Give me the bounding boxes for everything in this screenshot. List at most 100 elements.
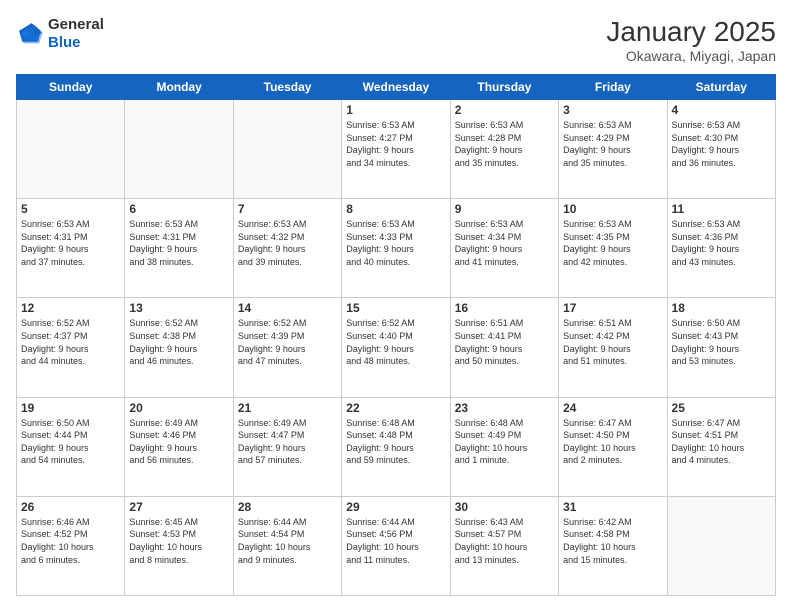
- day-detail: Sunrise: 6:53 AM Sunset: 4:30 PM Dayligh…: [672, 119, 771, 169]
- day-detail: Sunrise: 6:47 AM Sunset: 4:50 PM Dayligh…: [563, 417, 662, 467]
- day-detail: Sunrise: 6:53 AM Sunset: 4:28 PM Dayligh…: [455, 119, 554, 169]
- calendar-cell: 31 Sunrise: 6:42 AM Sunset: 4:58 PM Dayli…: [559, 496, 667, 595]
- day-detail: Sunrise: 6:53 AM Sunset: 4:32 PM Dayligh…: [238, 218, 337, 268]
- calendar-cell: 7 Sunrise: 6:53 AM Sunset: 4:32 PM Daylig…: [233, 199, 341, 298]
- calendar-cell: 9Sunrise: 6:53 AM Sunset: 4:34 PM Daylig…: [450, 199, 558, 298]
- calendar-cell: 30 Sunrise: 6:43 AM Sunset: 4:57 PM Dayli…: [450, 496, 558, 595]
- day-detail: Sunrise: 6:43 AM Sunset: 4:57 PM Dayligh…: [455, 516, 554, 566]
- calendar-cell: 2 Sunrise: 6:53 AM Sunset: 4:28 PM Daylig…: [450, 100, 558, 199]
- header-wednesday: Wednesday: [342, 75, 450, 100]
- day-number: 15: [346, 301, 445, 315]
- day-number: 28: [238, 500, 337, 514]
- day-detail: Sunrise: 6:45 AM Sunset: 4:53 PM Dayligh…: [129, 516, 228, 566]
- day-number: 31: [563, 500, 662, 514]
- day-number: 20: [129, 401, 228, 415]
- calendar-cell: 25 Sunrise: 6:47 AM Sunset: 4:51 PM Dayli…: [667, 397, 775, 496]
- day-number: 30: [455, 500, 554, 514]
- calendar-subtitle: Okawara, Miyagi, Japan: [606, 48, 776, 64]
- calendar-cell: 15 Sunrise: 6:52 AM Sunset: 4:40 PM Dayli…: [342, 298, 450, 397]
- day-number: 21: [238, 401, 337, 415]
- day-detail: Sunrise: 6:49 AM Sunset: 4:46 PM Dayligh…: [129, 417, 228, 467]
- day-number: 1: [346, 103, 445, 117]
- days-header-row: Sunday Monday Tuesday Wednesday Thursday…: [17, 75, 776, 100]
- day-number: 29: [346, 500, 445, 514]
- day-number: 18: [672, 301, 771, 315]
- calendar-cell: 28 Sunrise: 6:44 AM Sunset: 4:54 PM Dayli…: [233, 496, 341, 595]
- day-number: 25: [672, 401, 771, 415]
- day-detail: Sunrise: 6:53 AM Sunset: 4:29 PM Dayligh…: [563, 119, 662, 169]
- day-detail: Sunrise: 6:52 AM Sunset: 4:40 PM Dayligh…: [346, 317, 445, 367]
- day-detail: Sunrise: 6:51 AM Sunset: 4:41 PM Dayligh…: [455, 317, 554, 367]
- calendar-cell: 14 Sunrise: 6:52 AM Sunset: 4:39 PM Dayli…: [233, 298, 341, 397]
- day-number: 14: [238, 301, 337, 315]
- day-detail: Sunrise: 6:53 AM Sunset: 4:31 PM Dayligh…: [21, 218, 120, 268]
- calendar-cell: 17Sunrise: 6:51 AM Sunset: 4:42 PM Dayli…: [559, 298, 667, 397]
- day-number: 17: [563, 301, 662, 315]
- calendar-cell: 22Sunrise: 6:48 AM Sunset: 4:48 PM Dayli…: [342, 397, 450, 496]
- day-number: 12: [21, 301, 120, 315]
- calendar-cell: [125, 100, 233, 199]
- week-row-1: 5 Sunrise: 6:53 AM Sunset: 4:31 PM Daylig…: [17, 199, 776, 298]
- calendar-cell: 20 Sunrise: 6:49 AM Sunset: 4:46 PM Dayli…: [125, 397, 233, 496]
- calendar-cell: [17, 100, 125, 199]
- week-row-4: 26 Sunrise: 6:46 AM Sunset: 4:52 PM Dayli…: [17, 496, 776, 595]
- header-tuesday: Tuesday: [233, 75, 341, 100]
- day-detail: Sunrise: 6:48 AM Sunset: 4:49 PM Dayligh…: [455, 417, 554, 467]
- calendar-cell: [233, 100, 341, 199]
- day-detail: Sunrise: 6:49 AM Sunset: 4:47 PM Dayligh…: [238, 417, 337, 467]
- day-number: 7: [238, 202, 337, 216]
- day-detail: Sunrise: 6:44 AM Sunset: 4:54 PM Dayligh…: [238, 516, 337, 566]
- calendar-cell: 24 Sunrise: 6:47 AM Sunset: 4:50 PM Dayli…: [559, 397, 667, 496]
- calendar-cell: 11 Sunrise: 6:53 AM Sunset: 4:36 PM Dayli…: [667, 199, 775, 298]
- day-detail: Sunrise: 6:52 AM Sunset: 4:37 PM Dayligh…: [21, 317, 120, 367]
- day-number: 26: [21, 500, 120, 514]
- header-sunday: Sunday: [17, 75, 125, 100]
- day-number: 5: [21, 202, 120, 216]
- logo-general: General: [48, 16, 104, 34]
- logo-blue: Blue: [48, 34, 104, 52]
- week-row-3: 19 Sunrise: 6:50 AM Sunset: 4:44 PM Dayli…: [17, 397, 776, 496]
- calendar-cell: 16Sunrise: 6:51 AM Sunset: 4:41 PM Dayli…: [450, 298, 558, 397]
- calendar-cell: 12 Sunrise: 6:52 AM Sunset: 4:37 PM Dayli…: [17, 298, 125, 397]
- calendar-cell: 27 Sunrise: 6:45 AM Sunset: 4:53 PM Dayli…: [125, 496, 233, 595]
- day-detail: Sunrise: 6:47 AM Sunset: 4:51 PM Dayligh…: [672, 417, 771, 467]
- week-row-0: 1Sunrise: 6:53 AM Sunset: 4:27 PM Daylig…: [17, 100, 776, 199]
- day-detail: Sunrise: 6:53 AM Sunset: 4:31 PM Dayligh…: [129, 218, 228, 268]
- logo: General Blue: [16, 16, 104, 52]
- day-number: 3: [563, 103, 662, 117]
- calendar-cell: 10Sunrise: 6:53 AM Sunset: 4:35 PM Dayli…: [559, 199, 667, 298]
- day-detail: Sunrise: 6:53 AM Sunset: 4:34 PM Dayligh…: [455, 218, 554, 268]
- calendar-cell: [667, 496, 775, 595]
- calendar-cell: 21 Sunrise: 6:49 AM Sunset: 4:47 PM Dayli…: [233, 397, 341, 496]
- title-block: January 2025 Okawara, Miyagi, Japan: [606, 16, 776, 64]
- day-number: 19: [21, 401, 120, 415]
- day-detail: Sunrise: 6:52 AM Sunset: 4:38 PM Dayligh…: [129, 317, 228, 367]
- week-row-2: 12 Sunrise: 6:52 AM Sunset: 4:37 PM Dayli…: [17, 298, 776, 397]
- calendar-cell: 26 Sunrise: 6:46 AM Sunset: 4:52 PM Dayli…: [17, 496, 125, 595]
- day-detail: Sunrise: 6:50 AM Sunset: 4:44 PM Dayligh…: [21, 417, 120, 467]
- header-monday: Monday: [125, 75, 233, 100]
- calendar-title: January 2025: [606, 16, 776, 48]
- day-number: 2: [455, 103, 554, 117]
- day-number: 4: [672, 103, 771, 117]
- day-detail: Sunrise: 6:42 AM Sunset: 4:58 PM Dayligh…: [563, 516, 662, 566]
- calendar-cell: 1Sunrise: 6:53 AM Sunset: 4:27 PM Daylig…: [342, 100, 450, 199]
- day-detail: Sunrise: 6:50 AM Sunset: 4:43 PM Dayligh…: [672, 317, 771, 367]
- day-number: 23: [455, 401, 554, 415]
- day-detail: Sunrise: 6:44 AM Sunset: 4:56 PM Dayligh…: [346, 516, 445, 566]
- day-detail: Sunrise: 6:52 AM Sunset: 4:39 PM Dayligh…: [238, 317, 337, 367]
- day-number: 27: [129, 500, 228, 514]
- day-detail: Sunrise: 6:53 AM Sunset: 4:36 PM Dayligh…: [672, 218, 771, 268]
- day-number: 24: [563, 401, 662, 415]
- day-detail: Sunrise: 6:53 AM Sunset: 4:35 PM Dayligh…: [563, 218, 662, 268]
- day-number: 8: [346, 202, 445, 216]
- header-friday: Friday: [559, 75, 667, 100]
- day-detail: Sunrise: 6:46 AM Sunset: 4:52 PM Dayligh…: [21, 516, 120, 566]
- header: General Blue January 2025 Okawara, Miyag…: [16, 16, 776, 64]
- calendar-cell: 5 Sunrise: 6:53 AM Sunset: 4:31 PM Daylig…: [17, 199, 125, 298]
- day-number: 11: [672, 202, 771, 216]
- header-saturday: Saturday: [667, 75, 775, 100]
- header-thursday: Thursday: [450, 75, 558, 100]
- day-detail: Sunrise: 6:53 AM Sunset: 4:33 PM Dayligh…: [346, 218, 445, 268]
- calendar-cell: 13Sunrise: 6:52 AM Sunset: 4:38 PM Dayli…: [125, 298, 233, 397]
